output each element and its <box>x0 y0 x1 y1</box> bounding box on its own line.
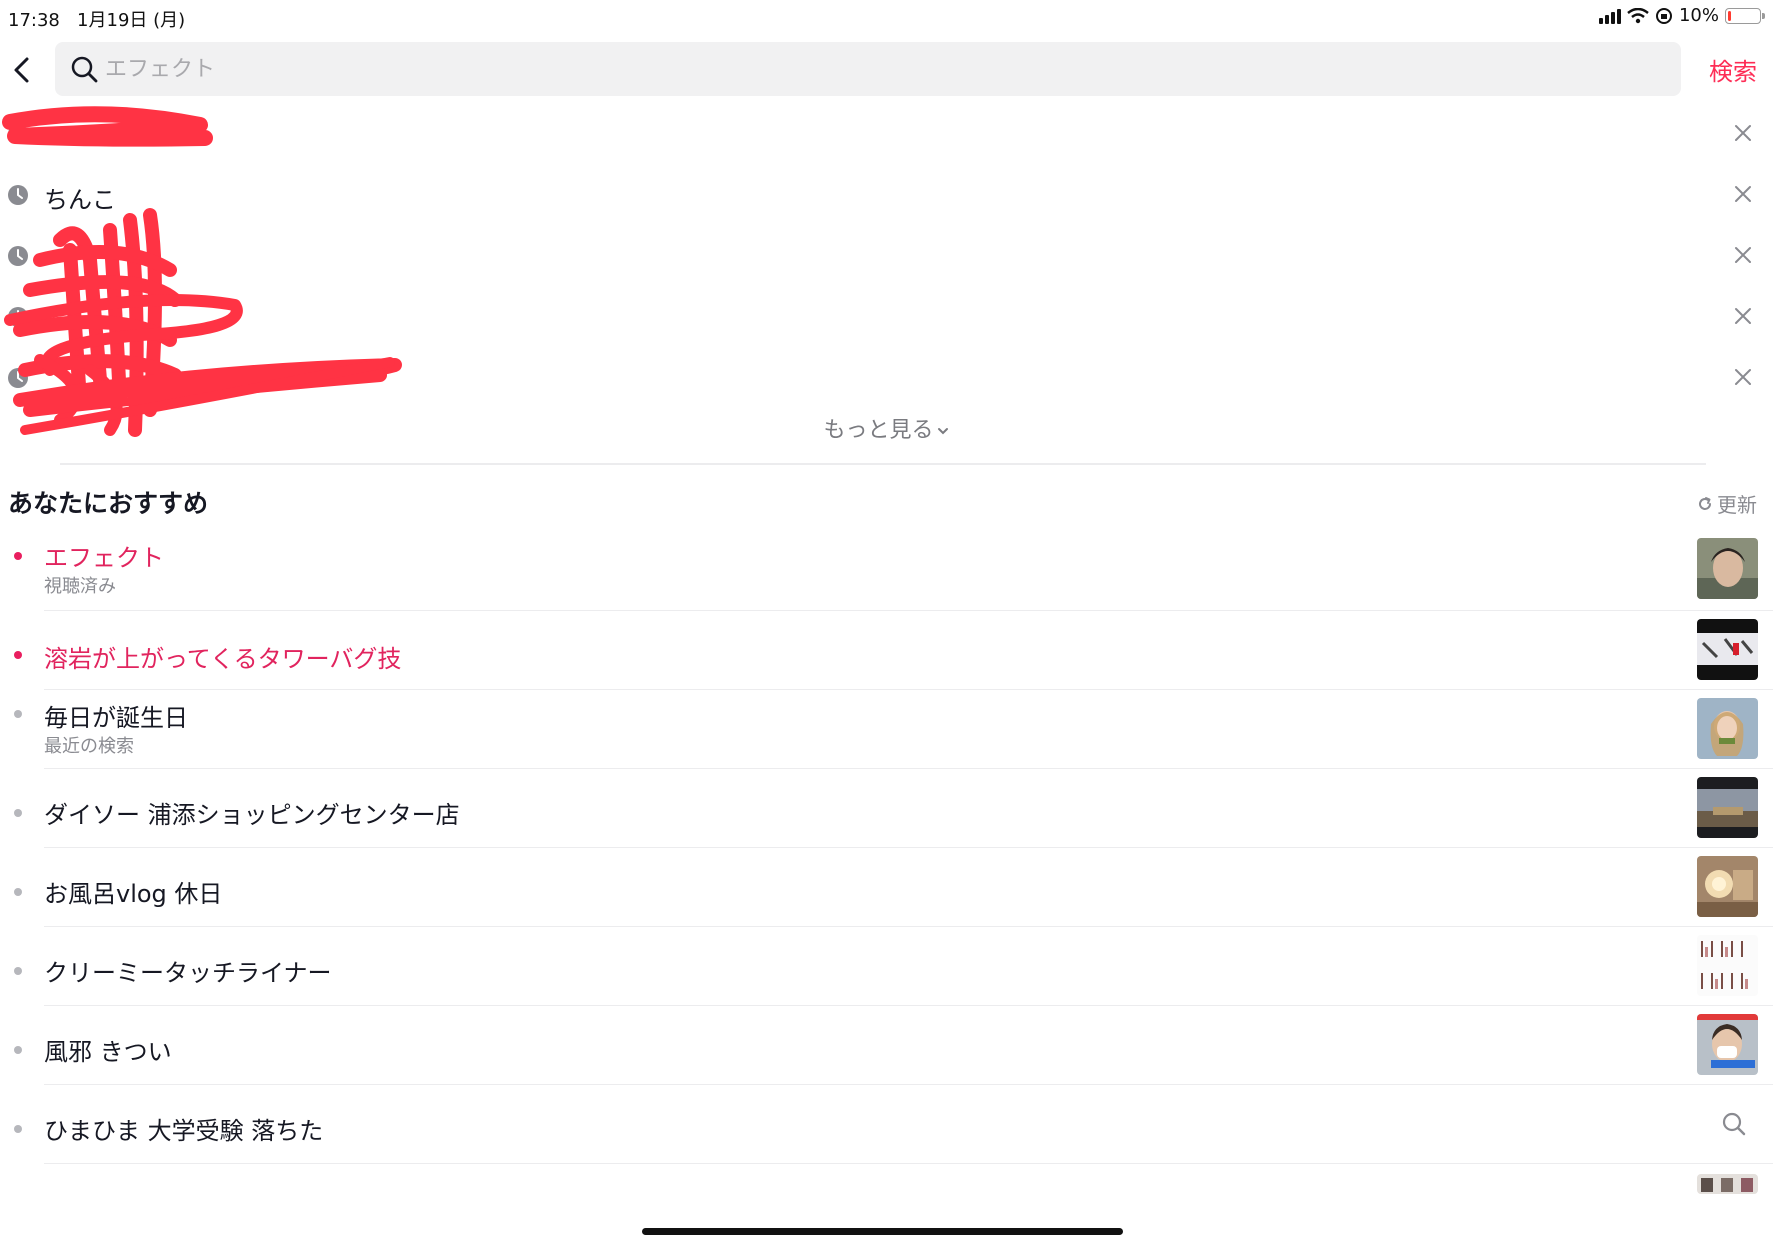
wifi-icon <box>1627 7 1649 23</box>
thumbnail-image <box>1697 538 1758 599</box>
close-icon[interactable] <box>1731 243 1755 267</box>
show-more-label: もっと見る <box>823 418 934 443</box>
list-item[interactable]: 溶岩が上がってくるタワーバグ技 <box>0 611 1773 690</box>
item-subtitle: 最近の検索 <box>44 736 134 757</box>
item-subtitle: 視聴済み <box>44 576 116 597</box>
thumbnail-image <box>1697 619 1758 680</box>
item-title: エフェクト <box>44 544 164 572</box>
search-icon <box>69 54 99 84</box>
chevron-left-icon <box>14 57 29 83</box>
status-bar: 17:38 1月19日 (月) 10% <box>0 0 1773 36</box>
item-title: クリーミータッチライナー <box>44 959 332 987</box>
search-history: ちんこ <box>0 103 1773 408</box>
history-item[interactable] <box>0 347 1773 408</box>
item-title: お風呂vlog 休日 <box>44 880 223 908</box>
item-title: ひまひま 大学受験 落ちた <box>44 1117 324 1145</box>
refresh-label: 更新 <box>1717 493 1757 517</box>
history-item[interactable] <box>0 103 1773 164</box>
close-icon[interactable] <box>1731 121 1755 145</box>
close-icon[interactable] <box>1731 304 1755 328</box>
battery-percent: 10% <box>1678 5 1719 26</box>
thumbnail-image <box>1697 777 1758 838</box>
item-title: ダイソー 浦添ショッピングセンター店 <box>44 801 460 829</box>
list-item[interactable] <box>0 1164 1773 1204</box>
thumbnail-image <box>1697 1014 1758 1075</box>
thumbnail-image <box>1697 698 1758 759</box>
status-date: 1月19日 (月) <box>77 10 186 31</box>
thumbnail-image <box>1697 935 1758 996</box>
item-title: 毎日が誕生日 <box>44 704 188 732</box>
show-more-button[interactable]: もっと見る <box>0 412 1773 444</box>
bullet-dot <box>14 809 22 817</box>
history-item[interactable] <box>0 286 1773 347</box>
bullet-dot <box>14 710 22 718</box>
chevron-down-icon <box>937 428 948 435</box>
refresh-icon <box>1699 496 1711 510</box>
list-item[interactable]: 毎日が誕生日 最近の検索 <box>0 690 1773 769</box>
item-title: 風邪 きつい <box>44 1038 172 1066</box>
clock-icon <box>8 246 28 266</box>
bullet-dot <box>14 1046 22 1054</box>
recommend-list: エフェクト 視聴済み 溶岩が上がってくるタワーバグ技 毎日が誕生日 最近の検索 … <box>0 532 1773 1204</box>
search-bar[interactable] <box>55 42 1681 96</box>
close-icon[interactable] <box>1731 182 1755 206</box>
battery-icon <box>1725 7 1765 24</box>
list-item[interactable]: クリーミータッチライナー <box>0 927 1773 1006</box>
clock-icon <box>8 307 28 327</box>
clock-icon <box>8 368 28 388</box>
bullet-dot <box>14 888 22 896</box>
close-icon[interactable] <box>1731 365 1755 389</box>
bullet-dot <box>14 651 22 659</box>
signal-icon <box>1598 8 1621 24</box>
clock-icon <box>8 185 28 205</box>
status-time: 17:38 1月19日 (月) <box>8 10 186 31</box>
list-item[interactable]: ダイソー 浦添ショッピングセンター店 <box>0 769 1773 848</box>
status-indicators: 10% <box>1598 5 1765 26</box>
clock-icon <box>8 124 28 144</box>
list-item[interactable]: ひまひま 大学受験 落ちた <box>0 1085 1773 1164</box>
refresh-button[interactable]: 更新 <box>1697 489 1757 518</box>
history-item[interactable] <box>0 225 1773 286</box>
list-item[interactable]: エフェクト 視聴済み <box>0 532 1773 611</box>
list-item[interactable]: お風呂vlog 休日 <box>0 848 1773 927</box>
history-item-label: ちんこ <box>44 186 116 214</box>
search-icon <box>1722 1112 1746 1136</box>
search-input[interactable] <box>103 55 1607 83</box>
bullet-dot <box>14 1125 22 1133</box>
item-title: 溶岩が上がってくるタワーバグ技 <box>44 645 402 673</box>
section-divider <box>60 463 1706 465</box>
list-item[interactable]: 風邪 きつい <box>0 1006 1773 1085</box>
thumbnail-image <box>1697 856 1758 917</box>
history-item[interactable]: ちんこ <box>0 164 1773 225</box>
bullet-dot <box>14 967 22 975</box>
recommend-title: あなたにおすすめ <box>8 489 209 518</box>
orientation-lock-icon <box>1655 7 1672 24</box>
thumbnail-image <box>1697 1174 1758 1194</box>
back-button[interactable] <box>4 50 40 90</box>
home-indicator <box>642 1228 1123 1235</box>
bullet-dot <box>14 552 22 560</box>
search-button[interactable]: 検索 <box>1709 52 1757 87</box>
